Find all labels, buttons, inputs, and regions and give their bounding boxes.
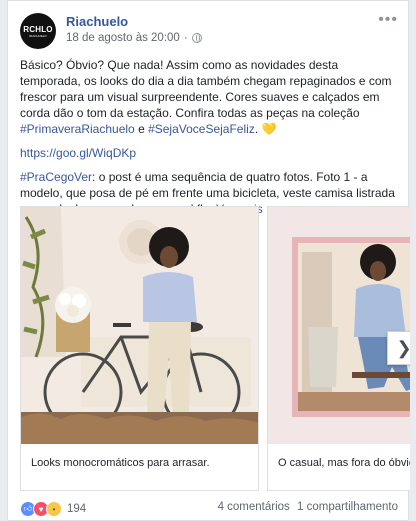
reactions-summary[interactable]: 👍︎ ♥ • 194 — [20, 501, 86, 517]
photo-model-bicycle — [21, 207, 258, 444]
reaction-count[interactable]: 194 — [67, 503, 86, 515]
post-timestamp[interactable]: 18 de agosto às 20:00 — [66, 32, 180, 44]
post-text: Básico? Óbvio? Que nada! Assim como as n… — [20, 57, 400, 225]
post-meta: 18 de agosto às 20:00 · — [66, 32, 202, 44]
post-link-paragraph: https://goo.gl/WiqDKp — [20, 145, 400, 161]
comments-count-link[interactable]: 4 comentários — [218, 501, 290, 513]
avatar-logo-subtext: RIACHUELO — [29, 33, 47, 38]
shares-count-link[interactable]: 1 compartilhamento — [297, 501, 398, 513]
yellow-heart-icon: 💛 — [261, 122, 277, 136]
post-stats: 4 comentários 1 compartilhamento — [214, 501, 398, 513]
wow-reaction-icon: • — [46, 501, 62, 517]
hashtag-sejavoce[interactable]: #SejaVoceSejaFeliz — [148, 122, 255, 136]
avatar[interactable]: RCHLO RIACHUELO — [20, 13, 56, 49]
carousel-item[interactable]: Looks monocromáticos para arrasar. — [20, 206, 259, 491]
hashtag-pracegover[interactable]: #PraCegoVer — [20, 170, 92, 184]
post-card: RCHLO RIACHUELO Riachuelo 18 de agosto à… — [7, 0, 410, 521]
more-options-icon[interactable]: ••• — [378, 11, 398, 29]
carousel-caption[interactable]: Looks monocromáticos para arrasar. — [31, 457, 210, 469]
hashtag-primavera[interactable]: #PrimaveraRiachuelo — [20, 122, 135, 136]
photo-carousel: Looks monocromáticos para arrasar. O cas… — [20, 206, 410, 496]
external-link[interactable]: https://goo.gl/WiqDKp — [20, 146, 136, 160]
globe-icon — [191, 33, 202, 43]
carousel-photo[interactable] — [21, 207, 258, 444]
post-footer: 👍︎ ♥ • 194 4 comentários 1 compartilhame… — [20, 501, 398, 517]
page-name-link[interactable]: Riachuelo — [66, 14, 128, 29]
chevron-right-icon[interactable]: ❯ — [387, 331, 410, 365]
avatar-logo: RCHLO — [23, 24, 53, 34]
post-header: RCHLO RIACHUELO Riachuelo 18 de agosto à… — [20, 11, 398, 49]
carousel-photo[interactable] — [268, 207, 410, 444]
carousel-caption[interactable]: O casual, mas fora do óbvio. — [278, 457, 410, 469]
photo-model-casual — [268, 207, 410, 444]
post-paragraph-1: Básico? Óbvio? Que nada! Assim como as n… — [20, 58, 392, 136]
